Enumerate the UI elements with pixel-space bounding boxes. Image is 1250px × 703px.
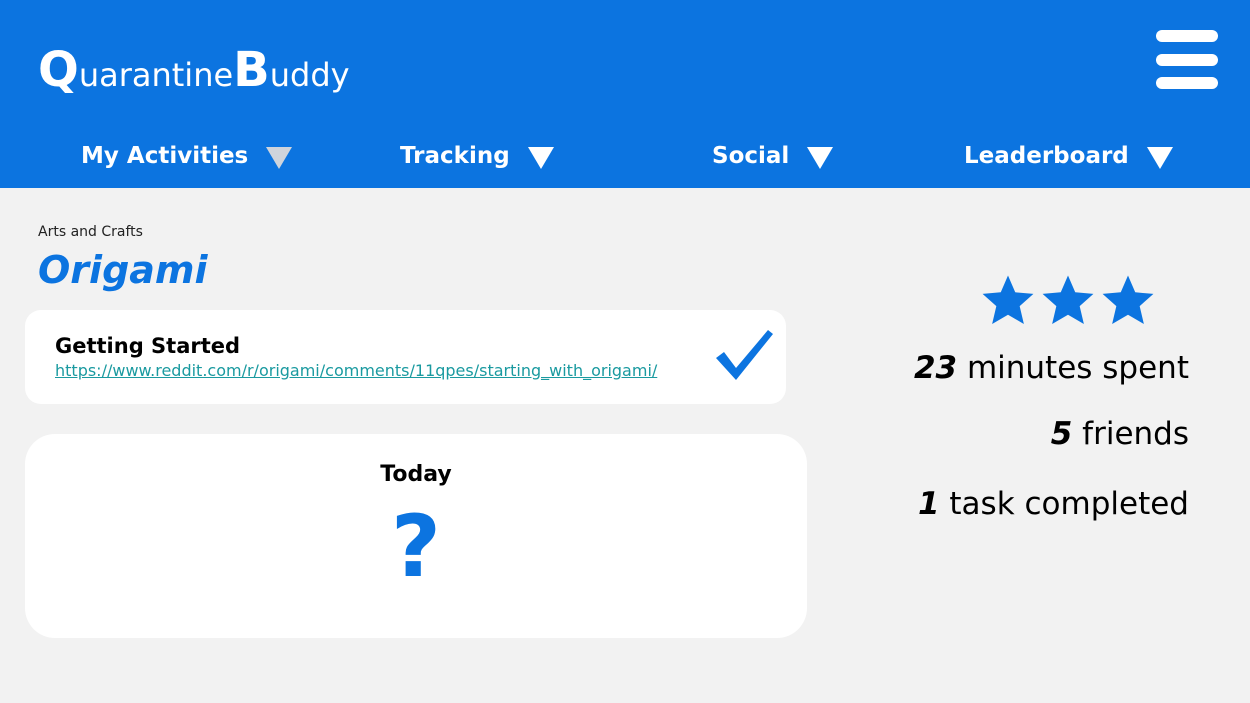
star-icon (1102, 275, 1154, 325)
top-bar: QuarantineBuddy My Activities Tracking S… (0, 0, 1250, 188)
triangle-down-icon (807, 147, 834, 169)
stat-friends-value: 5 (1050, 416, 1073, 452)
nav-leaderboard[interactable]: Leaderboard (964, 138, 1173, 174)
nav-label: My Activities (81, 143, 249, 169)
rating-stars (980, 272, 1156, 330)
hamburger-menu-icon[interactable] (1156, 30, 1218, 90)
today-heading: Today (380, 462, 452, 487)
resource-heading: Getting Started (55, 334, 241, 358)
stat-minutes-label: minutes spent (957, 350, 1189, 386)
nav-label: Leaderboard (964, 143, 1129, 169)
activity-title: Origami (38, 248, 208, 292)
logo-text-2: uddy (269, 56, 350, 94)
question-mark-icon: ? (391, 497, 441, 597)
triangle-down-icon (527, 147, 554, 169)
logo-letter-b: B (233, 42, 270, 98)
stat-tasks-value: 1 (917, 486, 940, 522)
resource-link[interactable]: https://www.reddit.com/r/origami/comment… (55, 361, 657, 380)
stat-minutes: 23 minutes spent (914, 350, 1189, 386)
checkmark-icon (716, 330, 773, 380)
star-icon (1042, 275, 1094, 325)
stat-tasks-label: task completed (939, 486, 1189, 522)
app-logo[interactable]: QuarantineBuddy (38, 42, 350, 98)
stat-tasks: 1 task completed (918, 486, 1189, 522)
resource-card: Getting Started https://www.reddit.com/r… (25, 310, 786, 404)
nav-my-activities[interactable]: My Activities (81, 138, 293, 174)
nav-tracking[interactable]: Tracking (400, 138, 554, 174)
logo-letter-q: Q (38, 42, 79, 98)
triangle-down-icon (266, 147, 293, 169)
today-card[interactable]: Today ? (25, 434, 807, 638)
nav-label: Tracking (400, 143, 510, 169)
hamburger-line (1156, 30, 1218, 42)
hamburger-line (1156, 54, 1218, 66)
nav-social[interactable]: Social (712, 138, 834, 174)
activity-category: Arts and Crafts (38, 224, 143, 240)
stat-friends: 5 friends (1051, 416, 1189, 452)
stat-friends-label: friends (1072, 416, 1189, 452)
nav-label: Social (712, 143, 790, 169)
hamburger-line (1156, 77, 1218, 89)
triangle-down-icon (1146, 147, 1173, 169)
stat-minutes-value: 23 (913, 350, 958, 386)
logo-text-1: uarantine (78, 56, 234, 94)
star-icon (982, 275, 1034, 325)
